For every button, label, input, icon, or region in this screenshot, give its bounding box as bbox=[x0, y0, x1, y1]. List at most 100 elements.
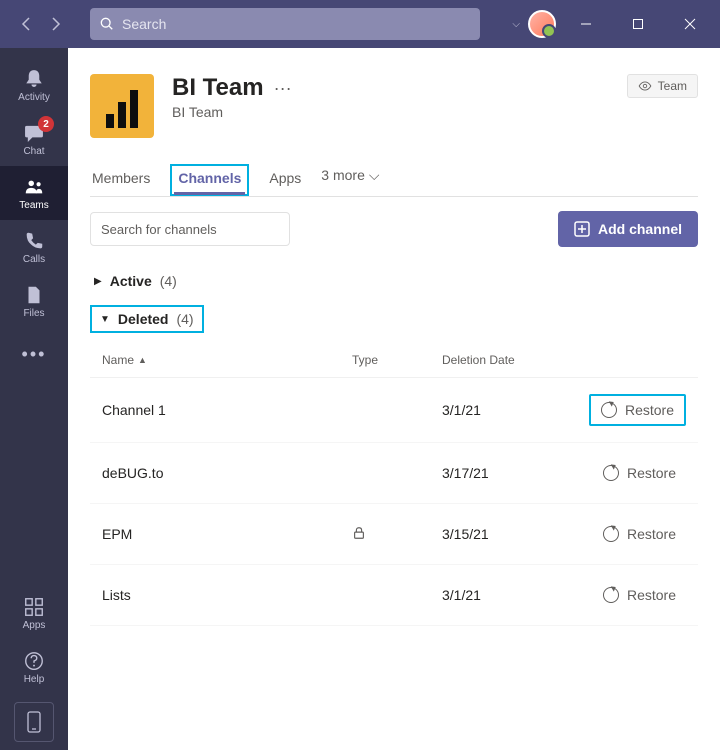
sidebar-item-label: Calls bbox=[23, 254, 45, 265]
sidebar-mobile-button[interactable] bbox=[14, 702, 54, 742]
cell-name: Channel 1 bbox=[102, 402, 352, 418]
table-row: EPM 3/15/21 Restore bbox=[90, 504, 698, 565]
channel-search[interactable] bbox=[90, 212, 290, 246]
section-label: Deleted bbox=[118, 311, 169, 327]
col-type-header[interactable]: Type bbox=[352, 353, 442, 367]
sidebar-item-label: Teams bbox=[19, 200, 48, 211]
sidebar-item-label: Help bbox=[24, 674, 45, 685]
team-subtitle: BI Team bbox=[172, 104, 292, 120]
sidebar-more[interactable]: ••• bbox=[0, 334, 68, 374]
sidebar-item-activity[interactable]: Activity bbox=[0, 58, 68, 112]
restore-label: Restore bbox=[627, 526, 676, 542]
search-icon bbox=[100, 17, 114, 31]
tab-members[interactable]: Members bbox=[90, 164, 152, 196]
table-row: Channel 1 3/1/21 Restore bbox=[90, 378, 698, 443]
back-button[interactable] bbox=[12, 10, 40, 38]
cell-name: Lists bbox=[102, 587, 352, 603]
restore-button[interactable]: Restore bbox=[593, 520, 686, 548]
section-deleted: ▼ Deleted (4) Name▲ Type Deletion Date C… bbox=[90, 305, 698, 626]
titlebar: ⌵ bbox=[0, 0, 720, 48]
global-search-input[interactable] bbox=[122, 16, 470, 32]
restore-icon bbox=[603, 465, 619, 481]
eye-icon bbox=[638, 79, 652, 93]
restore-button[interactable]: Restore bbox=[589, 394, 686, 426]
chevron-down-icon: ⌵ bbox=[369, 167, 380, 184]
sidebar-item-files[interactable]: Files bbox=[0, 274, 68, 328]
add-channel-label: Add channel bbox=[598, 221, 682, 237]
sidebar-item-chat[interactable]: 2 Chat bbox=[0, 112, 68, 166]
chevron-down-icon[interactable]: ⌵ bbox=[512, 19, 520, 30]
restore-icon bbox=[603, 587, 619, 603]
col-name-header[interactable]: Name▲ bbox=[102, 353, 352, 367]
sidebar-item-label: Files bbox=[23, 308, 44, 319]
chat-badge: 2 bbox=[38, 116, 54, 132]
global-search[interactable] bbox=[90, 8, 480, 40]
sidebar-item-calls[interactable]: Calls bbox=[0, 220, 68, 274]
phone-icon bbox=[23, 230, 45, 252]
team-more-button[interactable]: ··· bbox=[274, 78, 292, 99]
sidebar-item-apps[interactable]: Apps bbox=[0, 586, 68, 640]
file-icon bbox=[23, 284, 45, 306]
section-deleted-header[interactable]: ▼ Deleted (4) bbox=[90, 305, 204, 333]
main-content: BI Team ··· BI Team Team Members Channel… bbox=[68, 48, 720, 750]
arrow-down-icon: ▼ bbox=[100, 314, 110, 325]
col-date-header[interactable]: Deletion Date bbox=[442, 353, 562, 367]
table-header: Name▲ Type Deletion Date bbox=[90, 341, 698, 378]
lock-icon bbox=[352, 526, 366, 540]
section-active-header[interactable]: ▶ Active (4) bbox=[90, 267, 698, 295]
restore-button[interactable]: Restore bbox=[593, 459, 686, 487]
team-title: BI Team bbox=[172, 74, 264, 102]
channels-toolbar: Add channel bbox=[90, 211, 698, 247]
mobile-icon bbox=[26, 711, 42, 733]
restore-label: Restore bbox=[627, 587, 676, 603]
restore-label: Restore bbox=[625, 402, 674, 418]
sidebar-item-label: Chat bbox=[23, 146, 44, 157]
tab-channels[interactable]: Channels bbox=[170, 164, 249, 196]
forward-button[interactable] bbox=[42, 10, 70, 38]
tabs-more-label: 3 more bbox=[321, 167, 365, 183]
section-count: (4) bbox=[176, 311, 193, 327]
sidebar-item-label: Activity bbox=[18, 92, 50, 103]
team-avatar bbox=[90, 74, 154, 138]
team-visibility-label: Team bbox=[658, 79, 687, 93]
tabs: Members Channels Apps 3 more ⌵ bbox=[90, 164, 698, 197]
channel-search-input[interactable] bbox=[101, 222, 277, 237]
cell-date: 3/17/21 bbox=[442, 465, 562, 481]
sort-asc-icon: ▲ bbox=[138, 355, 147, 365]
sidebar-item-help[interactable]: Help bbox=[0, 640, 68, 694]
maximize-button[interactable] bbox=[616, 8, 660, 40]
table-row: Lists 3/1/21 Restore bbox=[90, 565, 698, 626]
sidebar-item-teams[interactable]: Teams bbox=[0, 166, 68, 220]
sidebar-item-label: Apps bbox=[23, 620, 46, 631]
add-icon bbox=[574, 221, 590, 237]
cell-name: EPM bbox=[102, 526, 352, 542]
cell-type bbox=[352, 526, 442, 543]
section-label: Active bbox=[110, 273, 152, 289]
restore-button[interactable]: Restore bbox=[593, 581, 686, 609]
arrow-right-icon: ▶ bbox=[94, 276, 102, 287]
tab-apps[interactable]: Apps bbox=[267, 164, 303, 196]
restore-label: Restore bbox=[627, 465, 676, 481]
teams-icon bbox=[23, 176, 45, 198]
bell-icon bbox=[23, 68, 45, 90]
section-count: (4) bbox=[160, 273, 177, 289]
help-icon bbox=[23, 650, 45, 672]
tabs-more[interactable]: 3 more ⌵ bbox=[321, 167, 379, 194]
cell-date: 3/15/21 bbox=[442, 526, 562, 542]
cell-date: 3/1/21 bbox=[442, 402, 562, 418]
add-channel-button[interactable]: Add channel bbox=[558, 211, 698, 247]
cell-name: deBUG.to bbox=[102, 465, 352, 481]
minimize-button[interactable] bbox=[564, 8, 608, 40]
nav-arrows bbox=[8, 10, 74, 38]
restore-icon bbox=[601, 402, 617, 418]
restore-icon bbox=[603, 526, 619, 542]
user-avatar[interactable] bbox=[528, 10, 556, 38]
app-rail: Activity 2 Chat Teams Calls Files ••• Ap… bbox=[0, 48, 68, 750]
apps-icon bbox=[23, 596, 45, 618]
cell-date: 3/1/21 bbox=[442, 587, 562, 603]
section-active: ▶ Active (4) bbox=[90, 267, 698, 295]
team-visibility-button[interactable]: Team bbox=[627, 74, 698, 98]
team-header: BI Team ··· BI Team Team bbox=[90, 74, 698, 138]
close-button[interactable] bbox=[668, 8, 712, 40]
table-row: deBUG.to 3/17/21 Restore bbox=[90, 443, 698, 504]
